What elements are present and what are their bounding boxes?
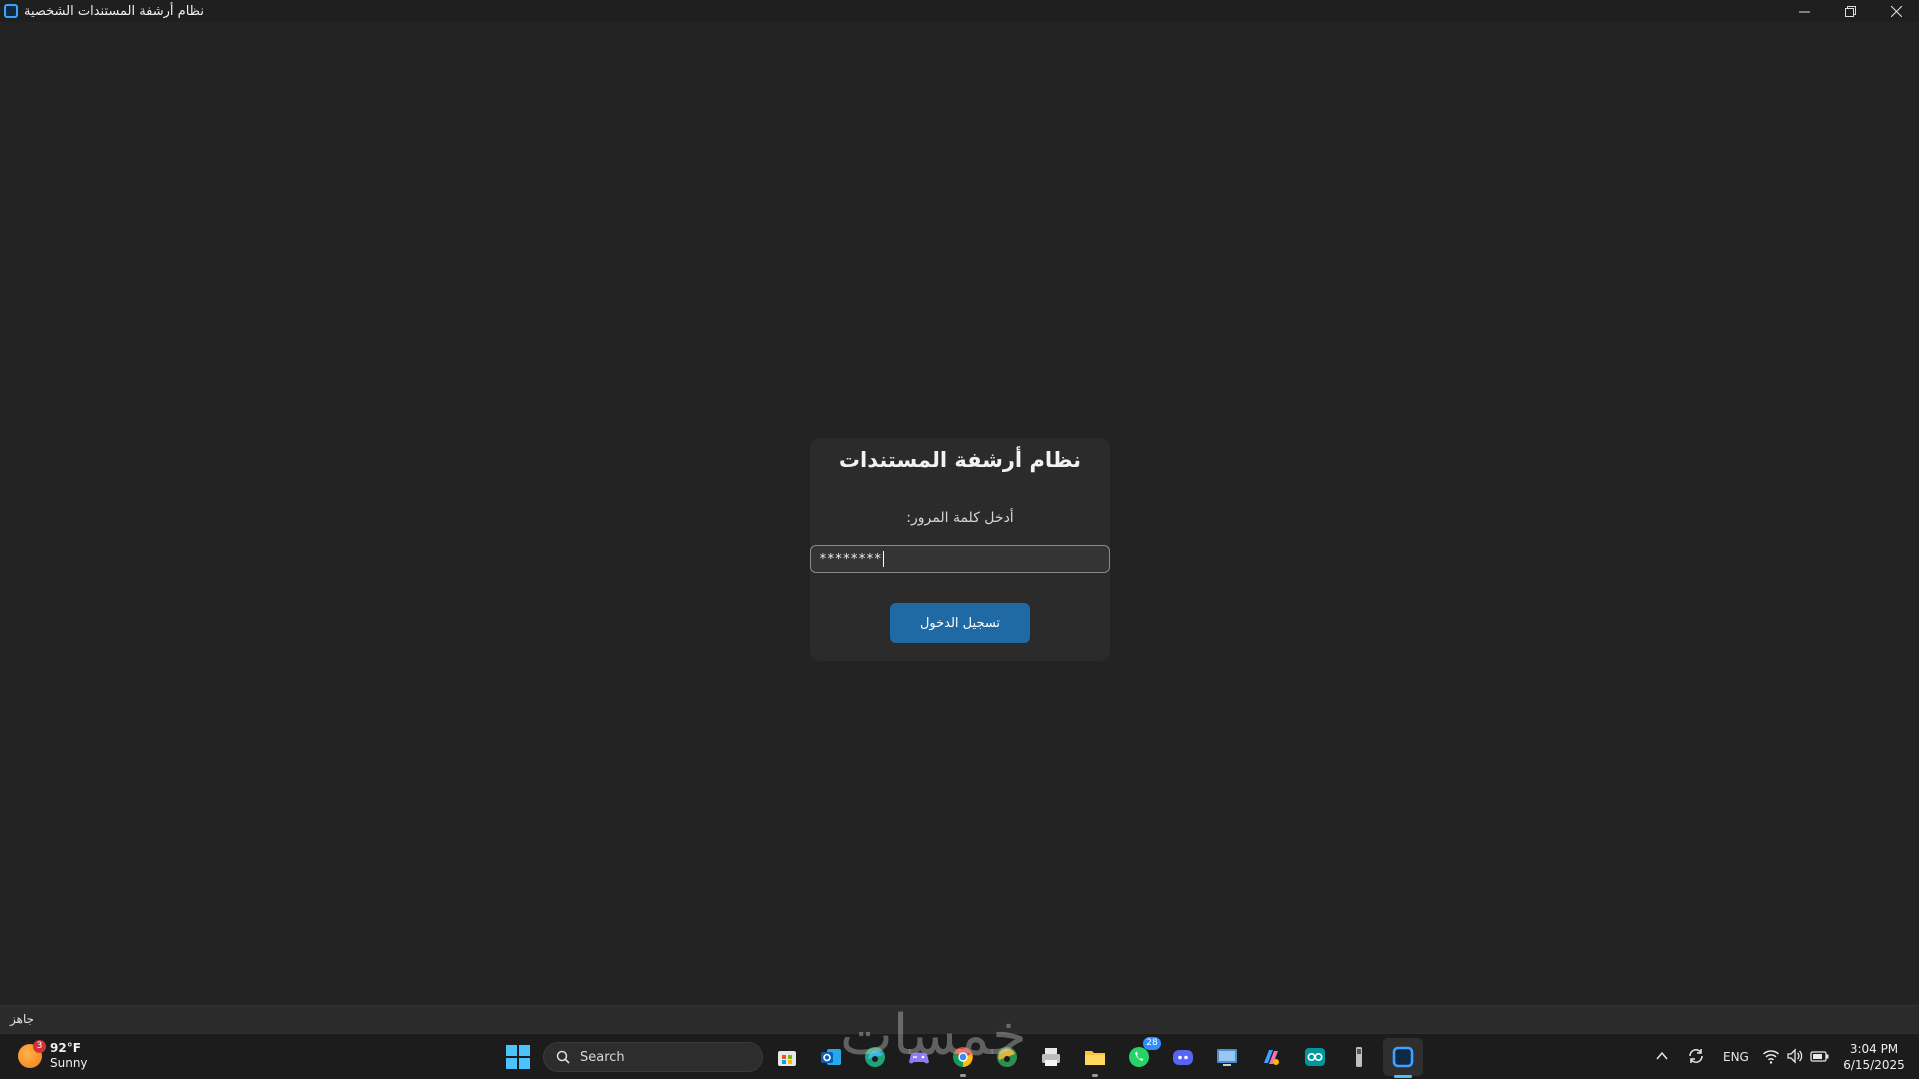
login-heading: نظام أرشفة المستندات xyxy=(838,448,1082,472)
login-card: نظام أرشفة المستندات أدخل كلمة المرور: *… xyxy=(810,438,1110,661)
volume-icon[interactable] xyxy=(1786,1047,1804,1065)
whatsapp-icon[interactable]: 28 xyxy=(1125,1037,1161,1071)
notification-badge: 28 xyxy=(1143,1037,1161,1050)
weather-temperature: 92°F xyxy=(50,1041,81,1055)
login-button[interactable]: تسجيل الدخول xyxy=(890,603,1030,643)
restore-button[interactable] xyxy=(1827,0,1873,22)
language-indicator[interactable]: ENG xyxy=(1723,1050,1749,1064)
search-label: Search xyxy=(580,1049,625,1065)
close-button[interactable] xyxy=(1873,0,1919,22)
text-caret xyxy=(882,551,884,567)
remote-desktop-icon[interactable] xyxy=(1213,1043,1241,1071)
password-value: ******** xyxy=(819,551,882,567)
main-area: نظام أرشفة المستندات أدخل كلمة المرور: *… xyxy=(0,22,1919,1005)
weather-badge: 3 xyxy=(33,1040,46,1053)
sun-icon: 3 xyxy=(18,1040,46,1068)
running-indicator xyxy=(1092,1074,1098,1077)
app-icon xyxy=(4,4,18,18)
weather-condition: Sunny xyxy=(50,1056,88,1070)
printer-icon[interactable] xyxy=(1037,1043,1065,1071)
clock-date: 6/15/2025 xyxy=(1843,1058,1905,1072)
copilot-icon[interactable] xyxy=(1257,1043,1285,1071)
password-field[interactable]: ******** xyxy=(810,545,1110,573)
device-icon[interactable] xyxy=(1345,1043,1373,1071)
windows-start-icon[interactable] xyxy=(504,1043,532,1071)
minimize-button[interactable] xyxy=(1781,0,1827,22)
active-indicator xyxy=(1394,1075,1412,1078)
close-icon xyxy=(1890,5,1902,17)
microsoft-store-icon[interactable] xyxy=(773,1043,801,1071)
weather-widget[interactable]: 3 92°F Sunny xyxy=(18,1040,88,1071)
password-label: أدخل كلمة المرور: xyxy=(906,510,1014,526)
window-controls xyxy=(1781,0,1919,22)
system-clock[interactable]: 3:04 PM 6/15/2025 xyxy=(1838,1041,1910,1073)
chevron-up-icon[interactable] xyxy=(1655,1049,1669,1063)
sync-icon[interactable] xyxy=(1687,1047,1705,1065)
restore-icon xyxy=(1844,5,1856,17)
status-text: جاهز xyxy=(10,1012,35,1026)
watermark: خمسات xyxy=(840,1003,1027,1068)
discord-icon[interactable] xyxy=(1169,1043,1197,1071)
clock-time: 3:04 PM xyxy=(1849,1042,1899,1056)
minimize-icon xyxy=(1798,11,1810,12)
battery-icon[interactable] xyxy=(1810,1047,1830,1065)
file-explorer-icon[interactable] xyxy=(1081,1043,1109,1077)
window-title: نظام أرشفة المستندات الشخصية xyxy=(24,3,204,19)
running-indicator xyxy=(960,1074,966,1077)
wifi-icon[interactable] xyxy=(1762,1047,1780,1065)
taskbar-search[interactable]: Search xyxy=(543,1042,763,1072)
window-titlebar: نظام أرشفة المستندات الشخصية xyxy=(0,0,1919,22)
search-icon xyxy=(556,1050,570,1064)
arduino-icon[interactable] xyxy=(1301,1043,1329,1071)
archive-app-icon[interactable] xyxy=(1389,1043,1417,1071)
